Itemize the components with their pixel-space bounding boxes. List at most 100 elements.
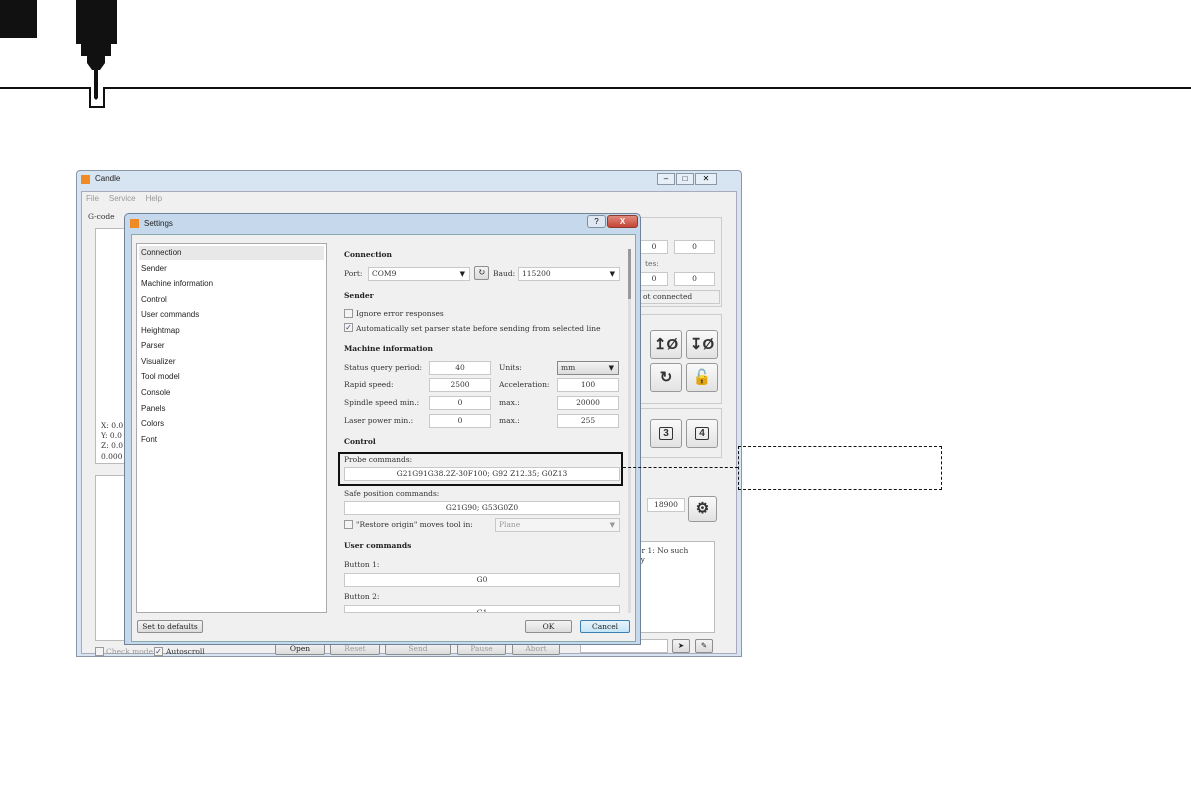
callout-box bbox=[738, 446, 942, 490]
maximize-button[interactable]: □ bbox=[676, 173, 694, 185]
nav-visualizer[interactable]: Visualizer bbox=[141, 357, 176, 366]
settings-nav-list: Connection Sender Machine information Co… bbox=[136, 243, 327, 613]
window-title: Candle bbox=[95, 174, 121, 183]
page-marker bbox=[0, 0, 37, 38]
spindle-max-field[interactable]: 20000 bbox=[557, 396, 619, 410]
nav-user-commands[interactable]: User commands bbox=[141, 310, 199, 319]
nav-machine-information[interactable]: Machine information bbox=[141, 279, 213, 288]
work-coord-field: 0 bbox=[674, 240, 715, 254]
port-select[interactable]: COM9 ▼ bbox=[368, 267, 470, 281]
button1-label: Button 1: bbox=[344, 560, 380, 569]
laser-max-field[interactable]: 255 bbox=[557, 414, 619, 428]
nav-sender[interactable]: Sender bbox=[141, 264, 167, 273]
dialog-title: Settings bbox=[144, 219, 173, 228]
zero-z-icon[interactable]: ↧Ø bbox=[686, 330, 718, 359]
user-button-3[interactable]: 3 bbox=[650, 419, 682, 448]
units-select[interactable]: mm ▼ bbox=[557, 361, 619, 375]
user-button-4[interactable]: 4 bbox=[686, 419, 718, 448]
laser-max-label: max.: bbox=[499, 416, 520, 425]
clear-console-icon[interactable]: ✎ bbox=[695, 639, 713, 653]
close-button[interactable]: ✕ bbox=[695, 173, 717, 185]
ignore-errors-checkbox[interactable] bbox=[344, 309, 353, 318]
restore-origin-icon[interactable]: ↻ bbox=[650, 363, 682, 392]
status-field: ot connected bbox=[639, 290, 720, 304]
ignore-errors-label: Ignore error responses bbox=[356, 309, 444, 318]
status-query-field[interactable]: 40 bbox=[429, 361, 491, 375]
help-button[interactable]: ? bbox=[587, 215, 606, 228]
zero-xy-icon[interactable]: ↥Ø bbox=[650, 330, 682, 359]
sender-header: Sender bbox=[344, 291, 374, 300]
coord-x: X: 0.0 bbox=[101, 421, 124, 430]
acceleration-label: Acceleration: bbox=[499, 380, 550, 389]
ok-button[interactable]: OK bbox=[525, 620, 572, 633]
menu-help[interactable]: Help bbox=[146, 194, 162, 203]
set-defaults-button[interactable]: Set to defaults bbox=[137, 620, 203, 633]
callout-connector bbox=[623, 467, 738, 468]
restore-origin-checkbox[interactable] bbox=[344, 520, 353, 529]
settings-scrollbar[interactable] bbox=[628, 249, 631, 613]
laser-min-label: Laser power min.: bbox=[344, 416, 414, 425]
minimize-button[interactable]: – bbox=[657, 173, 675, 185]
scrollbar-thumb[interactable] bbox=[628, 249, 631, 299]
gcode-group-label: G-code bbox=[88, 212, 115, 221]
spindle-graphic bbox=[0, 0, 1191, 108]
settings-icon bbox=[130, 219, 139, 228]
menu-bar: File Service Help bbox=[86, 194, 162, 203]
button1-field[interactable]: G0 bbox=[344, 573, 620, 587]
menu-service[interactable]: Service bbox=[109, 194, 136, 203]
nav-panels[interactable]: Panels bbox=[141, 404, 165, 413]
spindle-gear-icon[interactable]: ⚙ bbox=[688, 496, 717, 522]
coord-time: 0.000 bbox=[101, 452, 123, 461]
laser-min-field[interactable]: 0 bbox=[429, 414, 491, 428]
spindle-speed-field[interactable]: 18900 bbox=[647, 498, 685, 512]
dialog-close-button[interactable]: X bbox=[607, 215, 638, 228]
auto-parser-checkbox[interactable]: ✓ bbox=[344, 323, 353, 332]
control-header: Control bbox=[344, 437, 376, 446]
menu-file[interactable]: File bbox=[86, 194, 99, 203]
app-icon bbox=[81, 175, 90, 184]
coord-y: Y: 0.0 bbox=[101, 431, 122, 440]
nav-console[interactable]: Console bbox=[141, 388, 170, 397]
machine-coords-label: tes: bbox=[645, 259, 659, 268]
machine-info-header: Machine information bbox=[344, 344, 433, 353]
nav-heightmap[interactable]: Heightmap bbox=[141, 326, 180, 335]
nav-colors[interactable]: Colors bbox=[141, 419, 164, 428]
cancel-button[interactable]: Cancel bbox=[580, 620, 630, 633]
user-commands-header: User commands bbox=[344, 541, 412, 550]
restore-origin-select[interactable]: Plane ▼ bbox=[495, 518, 620, 532]
spindle-min-field[interactable]: 0 bbox=[429, 396, 491, 410]
probe-commands-highlight bbox=[338, 452, 623, 486]
spindle-min-label: Spindle speed min.: bbox=[344, 398, 420, 407]
coord-z: Z: 0.0 bbox=[101, 441, 124, 450]
port-label: Port: bbox=[344, 269, 363, 278]
settings-dialog: Settings ? X Connection Sender Machine i… bbox=[124, 213, 641, 645]
nav-connection[interactable]: Connection bbox=[141, 248, 181, 257]
button2-label: Button 2: bbox=[344, 592, 380, 601]
nav-control[interactable]: Control bbox=[141, 295, 167, 304]
baud-label: Baud: bbox=[493, 269, 516, 278]
autoscroll-checkbox[interactable]: ✓ bbox=[154, 647, 163, 656]
button2-field[interactable]: G1 bbox=[344, 605, 620, 613]
send-command-icon[interactable]: ➤ bbox=[672, 639, 690, 653]
check-mode-checkbox[interactable] bbox=[95, 647, 104, 656]
auto-parser-label: Automatically set parser state before se… bbox=[356, 324, 601, 333]
machine-coord-field: 0 bbox=[674, 272, 715, 286]
work-coord-field: 0 bbox=[640, 240, 668, 254]
status-query-label: Status query period: bbox=[344, 363, 423, 372]
autoscroll-label: Autoscroll bbox=[166, 647, 205, 656]
nav-parser[interactable]: Parser bbox=[141, 341, 165, 350]
baud-select[interactable]: 115200 ▼ bbox=[518, 267, 620, 281]
user-button-4-label: 4 bbox=[695, 427, 709, 440]
nav-font[interactable]: Font bbox=[141, 435, 157, 444]
nav-tool-model[interactable]: Tool model bbox=[141, 372, 180, 381]
safe-position-field[interactable]: G21G90; G53G0Z0 bbox=[344, 501, 620, 515]
spindle-max-label: max.: bbox=[499, 398, 520, 407]
rapid-speed-field[interactable]: 2500 bbox=[429, 378, 491, 392]
restore-origin-label: "Restore origin" moves tool in: bbox=[356, 520, 473, 529]
acceleration-field[interactable]: 100 bbox=[557, 378, 619, 392]
unlock-icon[interactable]: 🔓 bbox=[686, 363, 718, 392]
rapid-speed-label: Rapid speed: bbox=[344, 380, 394, 389]
check-mode-label: Check mode bbox=[106, 647, 154, 656]
refresh-ports-icon[interactable]: ↻ bbox=[474, 266, 489, 280]
console-line: or 1: No such bbox=[637, 546, 689, 555]
